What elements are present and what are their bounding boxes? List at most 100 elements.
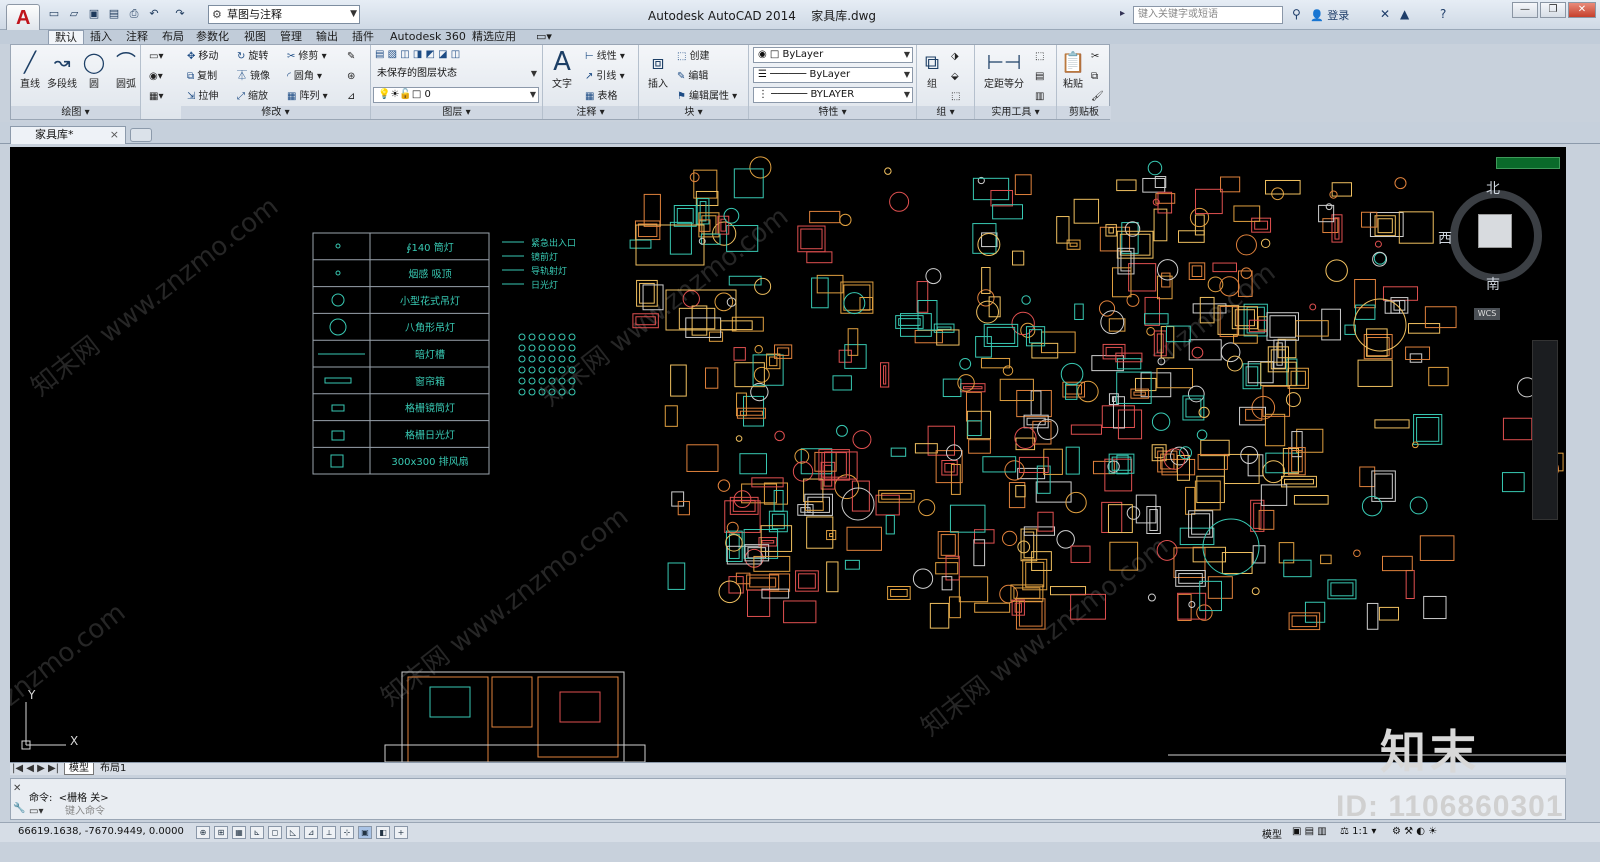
cut-icon[interactable]: ✂ [1091, 49, 1099, 65]
tab-model[interactable]: 模型 [64, 763, 94, 775]
tab-layout1[interactable]: 布局1 [96, 763, 130, 775]
mirror-button[interactable]: ⏄ 镜像 [237, 69, 270, 85]
id-point-icon[interactable]: ▥ [1035, 89, 1044, 105]
tab-output[interactable]: 输出 [316, 30, 338, 44]
drafting-toggle-icon[interactable]: + [394, 826, 408, 839]
binoculars-icon[interactable]: ⚲ [1292, 7, 1301, 21]
redo-icon[interactable]: ↷ [172, 6, 188, 22]
drafting-toggle-icon[interactable]: ⟂ [322, 826, 336, 839]
region-icon[interactable]: ▦▾ [149, 89, 163, 105]
layer-tools-icons[interactable]: ▤ ▧ ◫ ◨ ◩ ◪ ◫ [375, 47, 460, 63]
print-icon[interactable]: ⎙ [126, 6, 142, 22]
copy-clip-icon[interactable]: ⧉ [1091, 69, 1098, 85]
layer-dropdown[interactable]: 💡☀🔓□ 0 ▼ [373, 87, 539, 103]
group-edit-icon[interactable]: ⬙ [951, 69, 959, 85]
trim-button[interactable]: ✂ 修剪 ▾ [287, 49, 327, 65]
linear-dim-button[interactable]: ⊢ 线性 ▾ [585, 49, 625, 65]
ungroup-icon[interactable]: ⬗ [951, 49, 959, 65]
autodesk-360-icon[interactable]: ▲ [1400, 7, 1409, 21]
viewport-controls[interactable] [1496, 157, 1560, 169]
viewcube-west[interactable]: 西 [1438, 228, 1452, 248]
hatch-icon[interactable]: ◉▾ [149, 69, 163, 85]
tab-manage[interactable]: 管理 [280, 30, 302, 44]
explode-icon[interactable]: ⊛ [347, 69, 355, 85]
panel-block-title[interactable]: 块 ▾ [639, 106, 748, 119]
arc-button[interactable]: ⌒ 圆弧 [109, 49, 143, 90]
panel-layers-title[interactable]: 图层 ▾ [371, 106, 542, 119]
help-icon[interactable]: ? [1440, 7, 1446, 21]
drafting-toggle-icon[interactable]: ▣ [358, 826, 372, 839]
text-button[interactable]: A 文字 [545, 49, 579, 90]
create-block-button[interactable]: ⬚ 创建 [677, 49, 709, 65]
copy-button[interactable]: ⧉ 复制 [187, 69, 217, 85]
tab-parametric[interactable]: 参数化 [196, 30, 229, 44]
new-tab-button[interactable] [130, 128, 152, 142]
panel-properties-title[interactable]: 特性 ▾ [749, 106, 916, 119]
new-file-icon[interactable]: ▭ [46, 6, 62, 22]
tab-autodesk-360[interactable]: Autodesk 360 [390, 30, 466, 44]
circle-button[interactable]: ◯ 圆 [77, 49, 111, 90]
panel-clipboard-title[interactable]: 剪贴板 [1057, 106, 1111, 119]
navigation-bar[interactable] [1532, 340, 1558, 520]
tab-annotate[interactable]: 注释 [126, 30, 148, 44]
drafting-toggle-icon[interactable]: ◺ [286, 826, 300, 839]
ribbon-options-icon[interactable]: ▭▾ [536, 30, 552, 44]
restore-button[interactable]: ❐ [1540, 2, 1566, 18]
layout-quickview-icons[interactable]: ▣ ▤ ▥ [1292, 826, 1327, 837]
tab-featured-apps[interactable]: 精选应用 [472, 30, 516, 44]
tab-layout[interactable]: 布局 [162, 30, 184, 44]
scale-button[interactable]: ⤢ 缩放 [237, 89, 268, 105]
panel-annotation-title[interactable]: 注释 ▾ [543, 106, 638, 119]
match-properties-icon[interactable]: 🖌 [1091, 89, 1104, 105]
undo-icon[interactable]: ↶ [146, 6, 162, 22]
drafting-toggle-icon[interactable]: ◧ [376, 826, 390, 839]
color-dropdown[interactable]: ◉ □ ByLayer ▼ [753, 47, 913, 63]
calculator-icon[interactable]: ▤ [1035, 69, 1044, 85]
layer-state-dropdown[interactable]: 未保存的图层状态 ▼ [373, 67, 539, 83]
login-link[interactable]: 👤 登录 [1310, 7, 1349, 23]
leader-button[interactable]: ↗ 引线 ▾ [585, 69, 625, 85]
drafting-toggle-icon[interactable]: ⊿ [304, 826, 318, 839]
rotate-button[interactable]: ↻ 旋转 [237, 49, 268, 65]
wcs-dropdown[interactable]: WCS [1474, 308, 1500, 320]
tab-plugins[interactable]: 插件 [352, 30, 374, 44]
document-tab[interactable]: 家具库* × [10, 126, 126, 144]
annotation-scale[interactable]: ⚖ 1:1 ▾ [1340, 826, 1376, 837]
edit-block-button[interactable]: ✎ 编辑 [677, 69, 708, 85]
panel-groups-title[interactable]: 组 ▾ [917, 106, 974, 119]
close-button[interactable]: ✕ [1568, 2, 1596, 18]
save-icon[interactable]: ▣ [86, 6, 102, 22]
line-button[interactable]: ╱ 直线 [13, 49, 47, 90]
viewcube-top-face[interactable] [1478, 214, 1512, 248]
measure-button[interactable]: ⊢⊣ 定距等分 [977, 49, 1031, 90]
model-space-button[interactable]: 模型 [1262, 826, 1282, 841]
group-select-icon[interactable]: ⬚ [951, 89, 960, 105]
drafting-toggle-icon[interactable]: ⊕ [196, 826, 210, 839]
edit-attributes-button[interactable]: ⚑ 编辑属性 ▾ [677, 89, 737, 105]
stretch-button[interactable]: ⇲ 拉伸 [187, 89, 218, 105]
viewcube-north[interactable]: 北 [1486, 178, 1500, 198]
rectangle-icon[interactable]: ▭▾ [149, 49, 163, 65]
drafting-toggle-icon[interactable]: ▦ [232, 826, 246, 839]
paste-button[interactable]: 📋 粘贴 [1059, 49, 1087, 90]
drafting-toggle-icon[interactable]: ⊾ [250, 826, 264, 839]
minimize-button[interactable]: — [1512, 2, 1538, 18]
search-expand-icon[interactable]: ▸ [1120, 8, 1125, 19]
table-button[interactable]: ▦ 表格 [585, 89, 617, 105]
drawing-canvas[interactable]: 知末网 www.znzmo.com znzmo.com 知末网 www.znzm… [10, 147, 1566, 762]
close-icon[interactable]: × [110, 127, 119, 143]
array-button[interactable]: ▦ 阵列 ▾ [287, 89, 328, 105]
panel-utilities-title[interactable]: 实用工具 ▾ [975, 106, 1056, 119]
command-settings-icon[interactable]: 🔧 [13, 803, 25, 814]
workspace-dropdown[interactable]: ⚙ 草图与注释 ▼ [208, 5, 360, 24]
insert-button[interactable]: ⧈ 插入 [641, 49, 675, 90]
open-file-icon[interactable]: ▱ [66, 6, 82, 22]
drafting-toggle-icon[interactable]: ◻ [268, 826, 282, 839]
layout-nav-arrows[interactable]: |◀ ◀ ▶ ▶| [12, 763, 59, 775]
polyline-button[interactable]: ↝ 多段线 [45, 49, 79, 90]
panel-draw-title[interactable]: 绘图 ▾ [11, 106, 140, 119]
quick-select-icon[interactable]: ⬚ [1035, 49, 1044, 65]
panel-modify-title[interactable]: 修改 ▾ [181, 106, 370, 119]
drafting-toggle-icon[interactable]: ⊹ [340, 826, 354, 839]
lineweight-dropdown[interactable]: ⋮ ────── BYLAYER ▼ [753, 87, 913, 103]
